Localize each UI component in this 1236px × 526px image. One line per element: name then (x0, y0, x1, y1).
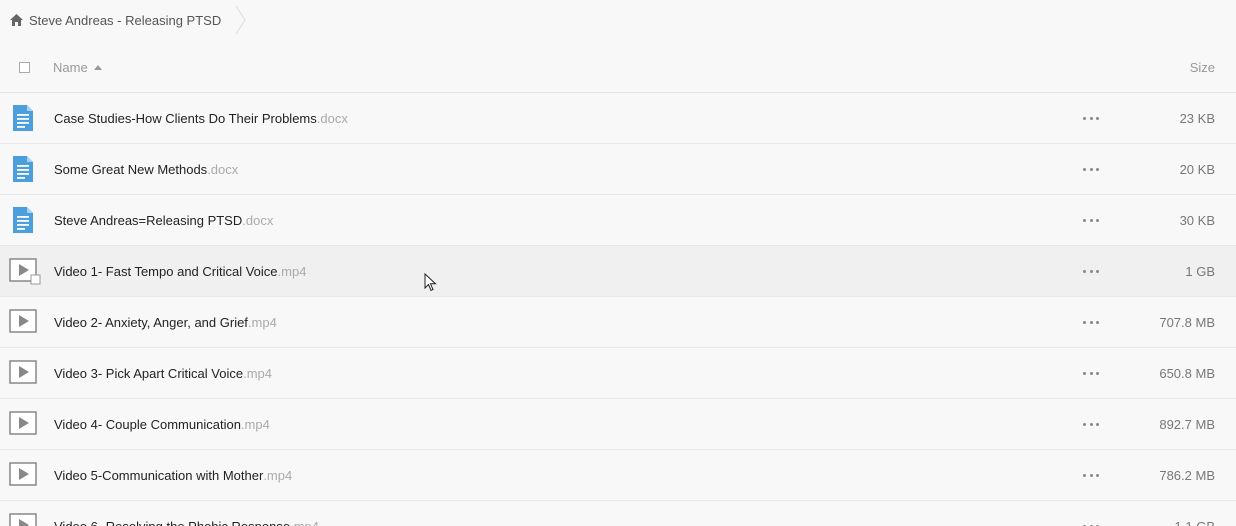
file-table: Name Size Case Studies-How Clients Do Th… (0, 42, 1236, 526)
file-size: 707.8 MB (1159, 314, 1215, 330)
file-size: 786.2 MB (1159, 467, 1215, 483)
file-size: 1.1 GB (1174, 518, 1215, 526)
video-icon (9, 461, 37, 489)
file-extension: .mp4 (290, 518, 319, 526)
document-icon (9, 155, 37, 183)
file-size: 23 KB (1179, 110, 1215, 126)
file-name[interactable]: Video 4- Couple Communication (54, 417, 241, 432)
more-actions-icon[interactable] (1083, 521, 1099, 526)
video-icon (9, 512, 37, 526)
file-extension: .docx (242, 212, 274, 228)
document-icon (9, 206, 37, 234)
video-icon (9, 308, 37, 336)
file-extension: .docx (207, 161, 239, 177)
more-actions-icon[interactable] (1083, 317, 1099, 327)
home-icon[interactable] (9, 13, 24, 27)
file-extension: .mp4 (243, 365, 272, 381)
file-row[interactable]: Case Studies-How Clients Do Their Proble… (0, 93, 1236, 144)
video-icon (9, 410, 37, 438)
more-actions-icon[interactable] (1083, 113, 1099, 123)
file-row[interactable]: Steve Andreas=Releasing PTSD .docx 30 KB (0, 195, 1236, 246)
file-size: 30 KB (1179, 212, 1215, 228)
video-icon (9, 359, 37, 387)
breadcrumb-current-folder[interactable]: Steve Andreas - Releasing PTSD (29, 13, 221, 28)
select-all-checkbox[interactable] (19, 61, 30, 73)
document-icon (9, 104, 37, 132)
file-extension: .mp4 (240, 416, 270, 432)
file-list: Case Studies-How Clients Do Their Proble… (0, 93, 1236, 526)
name-column-label: Name (53, 59, 88, 75)
file-extension: .mp4 (277, 263, 307, 279)
file-row[interactable]: Video 1- Fast Tempo and Critical Voice .m… (0, 246, 1236, 297)
file-browser: Steve Andreas - Releasing PTSD Name Size… (0, 0, 1236, 526)
file-name[interactable]: Video 3- Pick Apart Critical Voice (54, 366, 243, 381)
file-extension: .mp4 (247, 314, 277, 330)
name-column-header[interactable]: Name (53, 60, 102, 75)
file-size: 1 GB (1185, 263, 1215, 279)
file-row[interactable]: Some Great New Methods .docx 20 KB (0, 144, 1236, 195)
file-name[interactable]: Steve Andreas=Releasing PTSD (54, 213, 242, 228)
file-name[interactable]: Video 1- Fast Tempo and Critical Voice (54, 264, 278, 279)
file-size: 20 KB (1179, 161, 1215, 177)
breadcrumb: Steve Andreas - Releasing PTSD (0, 0, 248, 40)
file-row[interactable]: Video 5-Communication with Mother .mp4 786… (0, 450, 1236, 501)
file-size: 892.7 MB (1159, 416, 1215, 432)
more-actions-icon[interactable] (1083, 215, 1099, 225)
table-header: Name Size (0, 42, 1236, 93)
file-extension: .docx (316, 110, 348, 126)
more-actions-icon[interactable] (1083, 266, 1099, 276)
more-actions-icon[interactable] (1083, 419, 1099, 429)
more-actions-icon[interactable] (1083, 470, 1099, 480)
file-name[interactable]: Video 2- Anxiety, Anger, and Grief (54, 315, 248, 330)
more-actions-icon[interactable] (1083, 368, 1099, 378)
file-row[interactable]: Video 4- Couple Communication .mp4 892.7 M… (0, 399, 1236, 450)
file-size: 650.8 MB (1159, 365, 1215, 381)
file-name[interactable]: Some Great New Methods (54, 162, 207, 177)
file-name[interactable]: Case Studies-How Clients Do Their Proble… (54, 111, 317, 126)
more-actions-icon[interactable] (1083, 164, 1099, 174)
size-column-header[interactable]: Size (1190, 60, 1215, 75)
file-name[interactable]: Video 6- Resolving the Phobic Response (54, 519, 290, 526)
video-icon (9, 257, 41, 285)
breadcrumb-separator-icon (235, 6, 246, 34)
file-row[interactable]: Video 2- Anxiety, Anger, and Grief .mp4 70… (0, 297, 1236, 348)
sort-ascending-icon (93, 65, 102, 70)
file-name[interactable]: Video 5-Communication with Mother (54, 468, 263, 483)
file-extension: .mp4 (263, 467, 293, 483)
file-row[interactable]: Video 3- Pick Apart Critical Voice .mp4 65… (0, 348, 1236, 399)
file-row[interactable]: Video 6- Resolving the Phobic Response .m… (0, 501, 1236, 526)
